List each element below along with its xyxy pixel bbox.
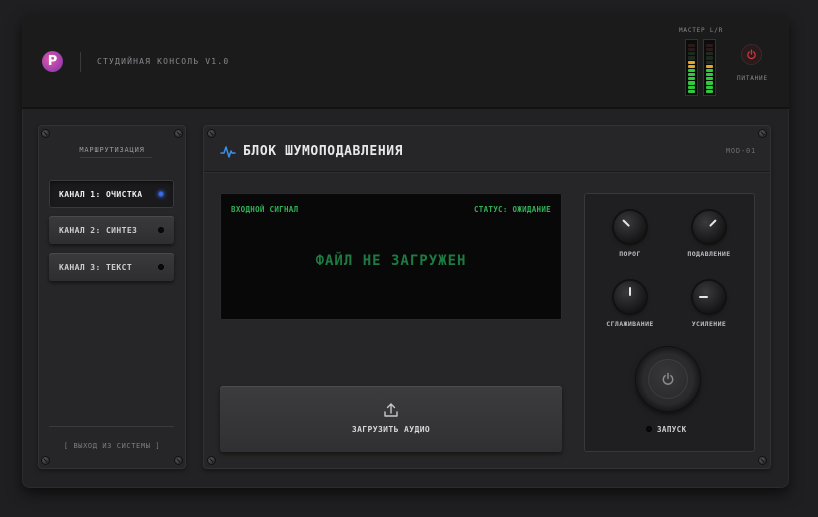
meter-segment <box>688 85 695 89</box>
module-header-divider <box>204 171 770 172</box>
routing-panel: МАРШРУТИЗАЦИЯ КАНАЛ 1: ОЧИСТКА КАНАЛ 2: … <box>38 125 186 469</box>
meter-segment <box>706 64 713 68</box>
channel-1-button[interactable]: КАНАЛ 1: ОЧИСТКА <box>49 180 174 208</box>
display-message: ФАЙЛ НЕ ЗАГРУЖЕН <box>315 253 467 269</box>
start-button[interactable] <box>648 359 688 399</box>
threshold-label: ПОРОГ <box>619 250 641 258</box>
meter-segment <box>688 77 695 81</box>
power-button[interactable] <box>741 44 762 65</box>
threshold-knob[interactable] <box>614 211 646 243</box>
meter-segment <box>706 60 713 64</box>
upload-icon <box>384 403 398 417</box>
screw-icon <box>41 129 50 138</box>
waveform-icon <box>220 146 236 158</box>
meter-segment <box>688 81 695 85</box>
meter-segment <box>706 89 713 93</box>
screw-icon <box>758 129 767 138</box>
meter-segment <box>688 56 695 60</box>
meter-segment <box>688 89 695 93</box>
meter-segment <box>706 77 713 81</box>
routing-title-underline <box>80 157 152 158</box>
channel-led-icon <box>158 227 164 233</box>
start-led-icon <box>646 426 652 432</box>
gain-knob[interactable] <box>693 281 725 313</box>
meter-segment <box>706 52 713 56</box>
meter-segment <box>688 73 695 77</box>
channel-label: КАНАЛ 3: ТЕКСТ <box>59 262 133 272</box>
power-icon <box>662 372 674 385</box>
upload-audio-label: ЗАГРУЗИТЬ АУДИО <box>351 425 431 434</box>
channel-2-button[interactable]: КАНАЛ 2: СИНТЕЗ <box>49 216 174 244</box>
suppression-label: ПОДАВЛЕНИЕ <box>687 250 731 258</box>
suppression-knob[interactable] <box>693 211 725 243</box>
module-id: MOD-01 <box>725 147 756 155</box>
channel-label: КАНАЛ 2: СИНТЕЗ <box>59 225 138 235</box>
controls-panel: ПОРОГ ПОДАВЛЕНИЕ СГЛАЖИВАНИЕ УСИЛЕНИЕ ЗА… <box>584 193 755 452</box>
sidebar-divider <box>49 426 174 427</box>
master-meter-right <box>703 39 716 96</box>
meter-segment <box>706 73 713 77</box>
screw-icon <box>41 456 50 465</box>
smoothing-label: СГЛАЖИВАНИЕ <box>606 320 654 328</box>
meter-segment <box>706 56 713 60</box>
status-readout: СТАТУС: ОЖИДАНИЕ <box>473 205 551 214</box>
noise-reduction-panel: БЛОК ШУМОПОДАВЛЕНИЯ MOD-01 ВХОДНОЙ СИГНА… <box>203 125 771 469</box>
meter-segment <box>706 47 713 52</box>
screw-icon <box>174 456 183 465</box>
screw-icon <box>758 456 767 465</box>
master-meter-left <box>685 39 698 96</box>
meter-segment <box>688 60 695 64</box>
start-button-ring <box>636 347 700 411</box>
power-icon <box>747 49 756 60</box>
start-label: ЗАПУСК <box>657 425 687 434</box>
routing-title: МАРШРУТИЗАЦИЯ <box>79 146 145 154</box>
smoothing-knob[interactable] <box>614 281 646 313</box>
master-meter-label: МАСТЕР L/R <box>679 27 724 34</box>
header-divider <box>80 52 81 72</box>
logout-link[interactable]: [ ВЫХОД ИЗ СИСТЕМЫ ] <box>38 442 186 450</box>
channel-led-icon <box>158 264 164 270</box>
signal-display: ВХОДНОЙ СИГНАЛ СТАТУС: ОЖИДАНИЕ ФАЙЛ НЕ … <box>220 193 562 320</box>
meter-segment <box>688 43 695 47</box>
meter-segment <box>706 68 713 73</box>
meter-segment <box>706 81 713 85</box>
gain-label: УСИЛЕНИЕ <box>691 320 727 328</box>
meter-segment <box>706 43 713 47</box>
module-title: БЛОК ШУМОПОДАВЛЕНИЯ <box>243 144 404 159</box>
channel-3-button[interactable]: КАНАЛ 3: ТЕКСТ <box>49 253 174 281</box>
meter-segment <box>688 47 695 52</box>
input-signal-label: ВХОДНОЙ СИГНАЛ <box>231 205 299 214</box>
power-label: ПИТАНИЕ <box>737 75 768 82</box>
meter-segment <box>688 64 695 68</box>
meter-segment <box>688 68 695 73</box>
meter-segment <box>688 52 695 56</box>
screw-icon <box>207 129 216 138</box>
screw-icon <box>207 456 216 465</box>
meter-segment <box>706 85 713 89</box>
app-title: СТУДИЙНАЯ КОНСОЛЬ V1.0 <box>97 57 230 66</box>
channel-led-icon <box>158 191 164 197</box>
screw-icon <box>174 129 183 138</box>
header-bar: P СТУДИЙНАЯ КОНСОЛЬ V1.0 МАСТЕР L/R ПИТА… <box>22 14 789 109</box>
upload-audio-button[interactable]: ЗАГРУЗИТЬ АУДИО <box>220 386 562 452</box>
app-logo-icon: P <box>42 51 63 72</box>
channel-label: КАНАЛ 1: ОЧИСТКА <box>59 189 143 199</box>
